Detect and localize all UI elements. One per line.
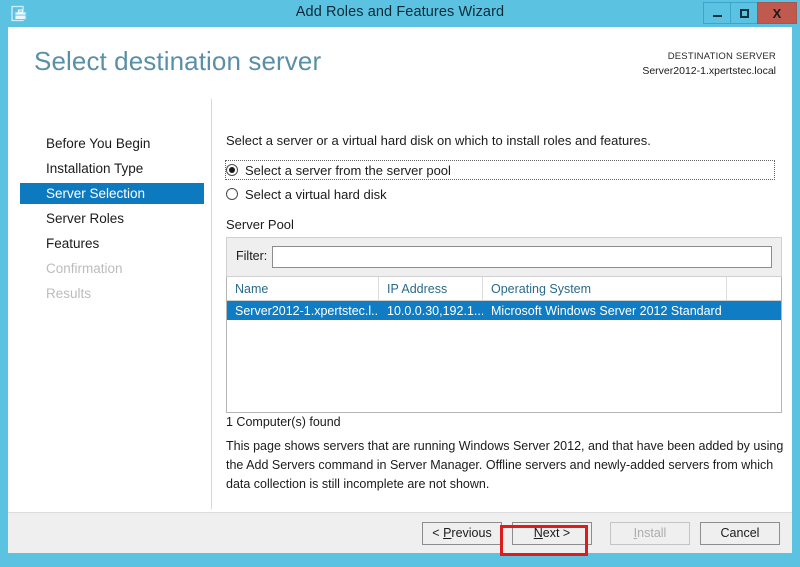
close-button[interactable]: X bbox=[757, 2, 797, 24]
cell-operating-system: Microsoft Windows Server 2012 Standard bbox=[491, 303, 722, 318]
instruction-text: Select a server or a virtual hard disk o… bbox=[226, 133, 651, 148]
radio-virtual-hard-disk[interactable]: Select a virtual hard disk bbox=[226, 185, 387, 203]
sidebar-item-server-selection[interactable]: Server Selection bbox=[20, 183, 204, 204]
column-header-blank[interactable] bbox=[727, 277, 781, 300]
sidebar-item-label: Before You Begin bbox=[46, 136, 151, 151]
destination-server-label: DESTINATION SERVER bbox=[667, 51, 776, 62]
server-pool-label: Server Pool bbox=[226, 217, 294, 232]
table-row[interactable]: Server2012-1.xpertstec.l... 10.0.0.30,19… bbox=[227, 301, 781, 320]
page-title: Select destination server bbox=[34, 46, 322, 76]
cell-name: Server2012-1.xpertstec.l... bbox=[235, 303, 379, 318]
radio-label: Select a virtual hard disk bbox=[245, 186, 387, 202]
sidebar-item-label: Installation Type bbox=[46, 161, 144, 176]
destination-server-value: Server2012-1.xpertstec.local bbox=[642, 64, 776, 77]
radio-label: Select a server from the server pool bbox=[245, 162, 451, 178]
maximize-icon bbox=[739, 8, 749, 18]
server-pool-table: Name IP Address Operating System Server2… bbox=[226, 277, 782, 413]
sidebar-item-before-you-begin[interactable]: Before You Begin bbox=[20, 133, 204, 154]
filter-label: Filter: bbox=[236, 249, 268, 263]
maximize-button[interactable] bbox=[730, 2, 758, 24]
client-area: Select destination server DESTINATION SE… bbox=[8, 27, 792, 553]
sidebar-item-confirmation: Confirmation bbox=[20, 258, 204, 279]
sidebar-item-installation-type[interactable]: Installation Type bbox=[20, 158, 204, 179]
sidebar-item-label: Features bbox=[46, 236, 100, 251]
title-bar: Add Roles and Features Wizard X bbox=[0, 0, 800, 27]
sidebar-item-features[interactable]: Features bbox=[20, 233, 204, 254]
button-bar: < Previous Next > Install Cancel bbox=[8, 512, 792, 553]
minimize-button[interactable] bbox=[703, 2, 731, 24]
sidebar-item-label: Results bbox=[46, 286, 92, 301]
window-title: Add Roles and Features Wizard bbox=[295, 4, 505, 20]
radio-indicator-icon bbox=[226, 164, 238, 176]
window-controls: X bbox=[703, 2, 797, 24]
sidebar-item-results: Results bbox=[20, 283, 204, 304]
page-header: Select destination server DESTINATION SE… bbox=[8, 27, 792, 95]
install-button: Install bbox=[610, 522, 690, 545]
filter-panel: Filter: bbox=[226, 237, 782, 277]
column-header-name[interactable]: Name bbox=[227, 277, 379, 300]
filter-input[interactable] bbox=[272, 246, 772, 268]
sidebar-item-server-roles[interactable]: Server Roles bbox=[20, 208, 204, 229]
column-header-ip-address[interactable]: IP Address bbox=[379, 277, 483, 300]
sidebar-divider bbox=[211, 99, 212, 509]
help-text: This page shows servers that are running… bbox=[226, 439, 784, 491]
minimize-icon bbox=[712, 14, 722, 17]
wizard-window: Add Roles and Features Wizard X Select d… bbox=[0, 0, 800, 567]
sidebar-item-label: Server Roles bbox=[46, 211, 125, 226]
column-header-operating-system[interactable]: Operating System bbox=[483, 277, 727, 300]
next-button[interactable]: Next > bbox=[512, 522, 592, 545]
computers-found-text: 1 Computer(s) found bbox=[226, 415, 341, 429]
cell-blank bbox=[727, 301, 781, 320]
destination-server-block: DESTINATION SERVER Server2012-1.xpertste… bbox=[642, 51, 776, 78]
wizard-steps-nav: Before You Begin Installation Type Serve… bbox=[8, 95, 204, 515]
sidebar-item-label: Confirmation bbox=[46, 261, 123, 276]
cell-ip-address: 10.0.0.30,192.1... bbox=[387, 303, 483, 318]
cancel-button[interactable]: Cancel bbox=[700, 522, 780, 545]
radio-server-pool[interactable]: Select a server from the server pool bbox=[225, 160, 775, 180]
table-header-row: Name IP Address Operating System bbox=[227, 277, 781, 301]
radio-indicator-icon bbox=[226, 188, 238, 200]
previous-button[interactable]: < Previous bbox=[422, 522, 502, 545]
sidebar-item-label: Server Selection bbox=[46, 186, 146, 201]
